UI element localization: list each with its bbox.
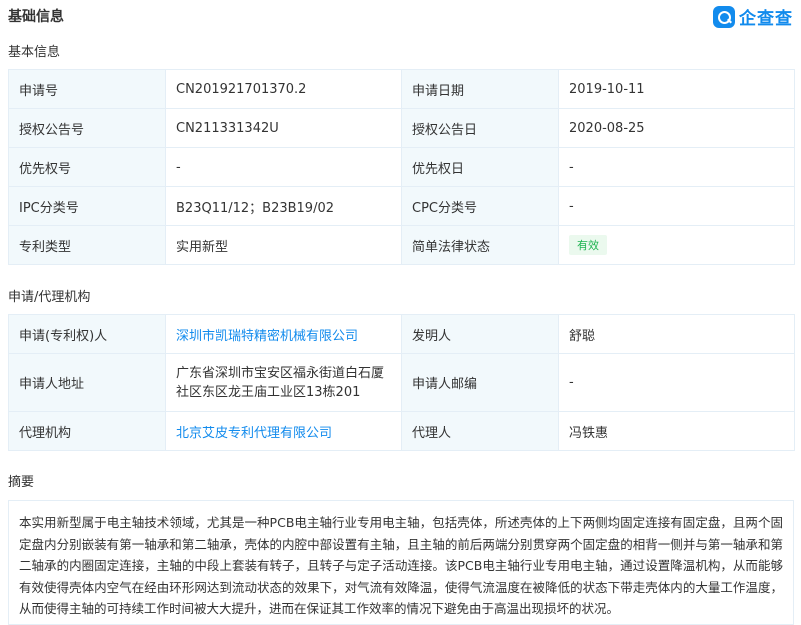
qichacha-logo-icon bbox=[713, 5, 735, 28]
label-priority-number: 优先权号 bbox=[8, 147, 166, 187]
value-grant-number: CN211331342U bbox=[165, 108, 402, 148]
value-priority-date: - bbox=[558, 147, 795, 187]
table-row: 授权公告号 CN211331342U 授权公告日 2020-08-25 bbox=[8, 108, 795, 148]
label-applicant-address: 申请人地址 bbox=[8, 353, 166, 412]
label-application-number: 申请号 bbox=[8, 69, 166, 109]
value-application-date: 2019-10-11 bbox=[558, 69, 795, 109]
section-title-agency: 申请/代理机构 bbox=[8, 290, 91, 305]
label-patent-type: 专利类型 bbox=[8, 225, 166, 265]
page-title: 基础信息 bbox=[8, 9, 64, 25]
agency-link[interactable]: 北京艾皮专利代理有限公司 bbox=[176, 426, 332, 441]
table-row: 专利类型 实用新型 简单法律状态 有效 bbox=[8, 225, 795, 265]
value-application-number: CN201921701370.2 bbox=[165, 69, 402, 109]
table-row: 优先权号 - 优先权日 - bbox=[8, 147, 795, 187]
label-grant-date: 授权公告日 bbox=[401, 108, 559, 148]
label-legal-status: 简单法律状态 bbox=[401, 225, 559, 265]
label-grant-number: 授权公告号 bbox=[8, 108, 166, 148]
table-row: 申请人地址 广东省深圳市宝安区福永街道白石厦社区东区龙王庙工业区13栋201 申… bbox=[8, 353, 795, 412]
label-inventor: 发明人 bbox=[401, 314, 559, 354]
value-legal-status: 有效 bbox=[558, 225, 795, 265]
label-ipc: IPC分类号 bbox=[8, 186, 166, 226]
abstract-text: 本实用新型属于电主轴技术领域，尤其是一种PCB电主轴行业专用电主轴，包括壳体，所… bbox=[8, 500, 794, 625]
label-cpc: CPC分类号 bbox=[401, 186, 559, 226]
value-inventor: 舒聪 bbox=[558, 314, 795, 354]
value-applicant: 深圳市凯瑞特精密机械有限公司 bbox=[165, 314, 402, 354]
table-row: 代理机构 北京艾皮专利代理有限公司 代理人 冯铁惠 bbox=[8, 411, 795, 451]
value-applicant-address: 广东省深圳市宝安区福永街道白石厦社区东区龙王庙工业区13栋201 bbox=[165, 353, 402, 412]
value-patent-type: 实用新型 bbox=[165, 225, 402, 265]
table-row: IPC分类号 B23Q11/12；B23B19/02 CPC分类号 - bbox=[8, 186, 795, 226]
basic-info-table: 申请号 CN201921701370.2 申请日期 2019-10-11 授权公… bbox=[8, 69, 795, 265]
label-agent: 代理人 bbox=[401, 411, 559, 451]
qichacha-logo[interactable]: 企查查 bbox=[713, 4, 793, 29]
value-ipc: B23Q11/12；B23B19/02 bbox=[165, 186, 402, 226]
section-title-basic: 基本信息 bbox=[8, 45, 61, 60]
value-agent: 冯铁惠 bbox=[558, 411, 795, 451]
table-row: 申请号 CN201921701370.2 申请日期 2019-10-11 bbox=[8, 69, 795, 109]
value-grant-date: 2020-08-25 bbox=[558, 108, 795, 148]
applicant-link[interactable]: 深圳市凯瑞特精密机械有限公司 bbox=[176, 329, 358, 344]
value-agency: 北京艾皮专利代理有限公司 bbox=[165, 411, 402, 451]
label-application-date: 申请日期 bbox=[401, 69, 559, 109]
label-applicant: 申请(专利权)人 bbox=[8, 314, 166, 354]
value-cpc: - bbox=[558, 186, 795, 226]
value-priority-number: - bbox=[165, 147, 402, 187]
status-badge: 有效 bbox=[569, 235, 607, 255]
table-row: 申请(专利权)人 深圳市凯瑞特精密机械有限公司 发明人 舒聪 bbox=[8, 314, 795, 354]
logo-text: 企查查 bbox=[739, 9, 793, 29]
value-applicant-postcode: - bbox=[558, 353, 795, 412]
label-applicant-postcode: 申请人邮编 bbox=[401, 353, 559, 412]
agency-table: 申请(专利权)人 深圳市凯瑞特精密机械有限公司 发明人 舒聪 申请人地址 广东省… bbox=[8, 314, 795, 451]
section-title-abstract: 摘要 bbox=[8, 475, 35, 490]
label-agency: 代理机构 bbox=[8, 411, 166, 451]
label-priority-date: 优先权日 bbox=[401, 147, 559, 187]
